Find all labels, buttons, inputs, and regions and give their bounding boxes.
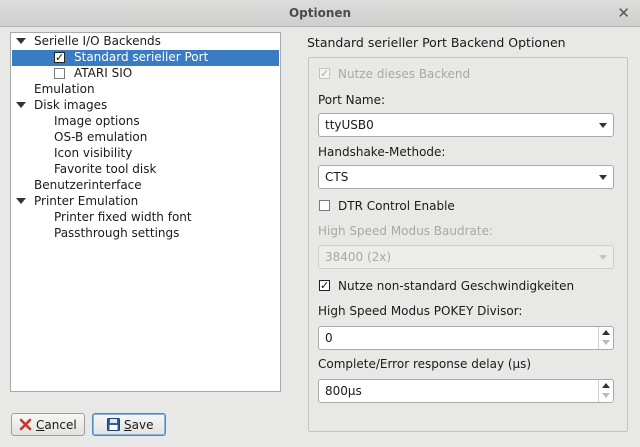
title-bar: Optionen ✕ [0,0,640,27]
use-backend-label: Nutze dieses Backend [338,67,471,81]
nonstandard-label: Nutze non-standard Geschwindigkeiten [338,279,575,293]
tree-item-user-interface[interactable]: Benutzerinterface [34,177,142,193]
checkbox-standard-port[interactable]: ✓ [54,52,65,63]
tree-item-passthrough[interactable]: Passthrough settings [54,225,179,241]
save-label: Save [124,418,154,432]
nonstandard-checkbox[interactable]: ✓ [319,280,330,291]
delay-spinbox[interactable]: 800µs [318,379,614,403]
tree-item-osb-emulation[interactable]: OS-B emulation [54,129,147,145]
expand-arrow-icon[interactable] [16,198,26,204]
spin-down-icon[interactable] [602,393,610,398]
checkbox-atari-sio[interactable] [54,68,65,79]
window-title: Optionen [288,6,352,20]
port-name-label: Port Name: [318,93,386,107]
cancel-label: Cancel [36,418,77,432]
chevron-down-icon [599,255,607,260]
tree-item-printer-emulation[interactable]: Printer Emulation [34,193,138,209]
chevron-down-icon [599,175,607,180]
baudrate-combo[interactable]: 38400 (2x) [318,245,614,269]
tree-item-atari-sio[interactable]: ATARI SIO [74,65,132,81]
pokey-value: 0 [325,331,333,345]
save-button[interactable]: Save [92,413,166,436]
baudrate-value: 38400 (2x) [325,250,392,264]
spin-up-icon[interactable] [602,383,610,388]
port-name-combo[interactable]: ttyUSB0 [318,113,614,137]
dtr-label: DTR Control Enable [338,199,455,213]
delay-label: Complete/Error response delay (µs) [318,357,532,371]
panel-heading: Standard serieller Port Backend Optionen [307,35,566,50]
dtr-checkbox[interactable] [319,200,330,211]
close-icon[interactable]: ✕ [617,4,630,22]
tree-item-standard-port[interactable]: Standard serieller Port [74,49,208,65]
handshake-label: Handshake-Methode: [318,145,446,159]
tree-item-serial-backends[interactable]: Serielle I/O Backends [34,33,161,49]
tree-item-printer-font[interactable]: Printer fixed width font [54,209,192,225]
spin-buttons[interactable] [598,380,613,402]
handshake-value: CTS [325,170,349,184]
expand-arrow-icon[interactable] [16,38,26,44]
cancel-x-icon [19,418,32,431]
spin-buttons[interactable] [598,327,613,349]
options-tree[interactable]: Serielle I/O Backends ✓ Standard seriell… [10,32,281,392]
port-name-value: ttyUSB0 [325,118,374,132]
pokey-divisor-spinbox[interactable]: 0 [318,326,614,350]
expand-arrow-icon[interactable] [16,102,26,108]
pokey-label: High Speed Modus POKEY Divisor: [318,304,523,318]
spin-up-icon[interactable] [602,330,610,335]
tree-item-favorite-tool-disk[interactable]: Favorite tool disk [54,161,156,177]
floppy-disk-icon [107,418,120,431]
tree-item-image-options[interactable]: Image options [54,113,140,129]
cancel-button[interactable]: Cancel [11,413,85,436]
delay-value: 800µs [325,384,362,398]
tree-item-disk-images[interactable]: Disk images [34,97,107,113]
tree-item-icon-visibility[interactable]: Icon visibility [54,145,132,161]
handshake-combo[interactable]: CTS [318,165,614,189]
spin-down-icon[interactable] [602,340,610,345]
tree-item-emulation[interactable]: Emulation [34,81,95,97]
baudrate-label: High Speed Modus Baudrate: [318,224,494,238]
use-backend-checkbox[interactable]: ✓ [319,68,330,79]
chevron-down-icon [599,123,607,128]
